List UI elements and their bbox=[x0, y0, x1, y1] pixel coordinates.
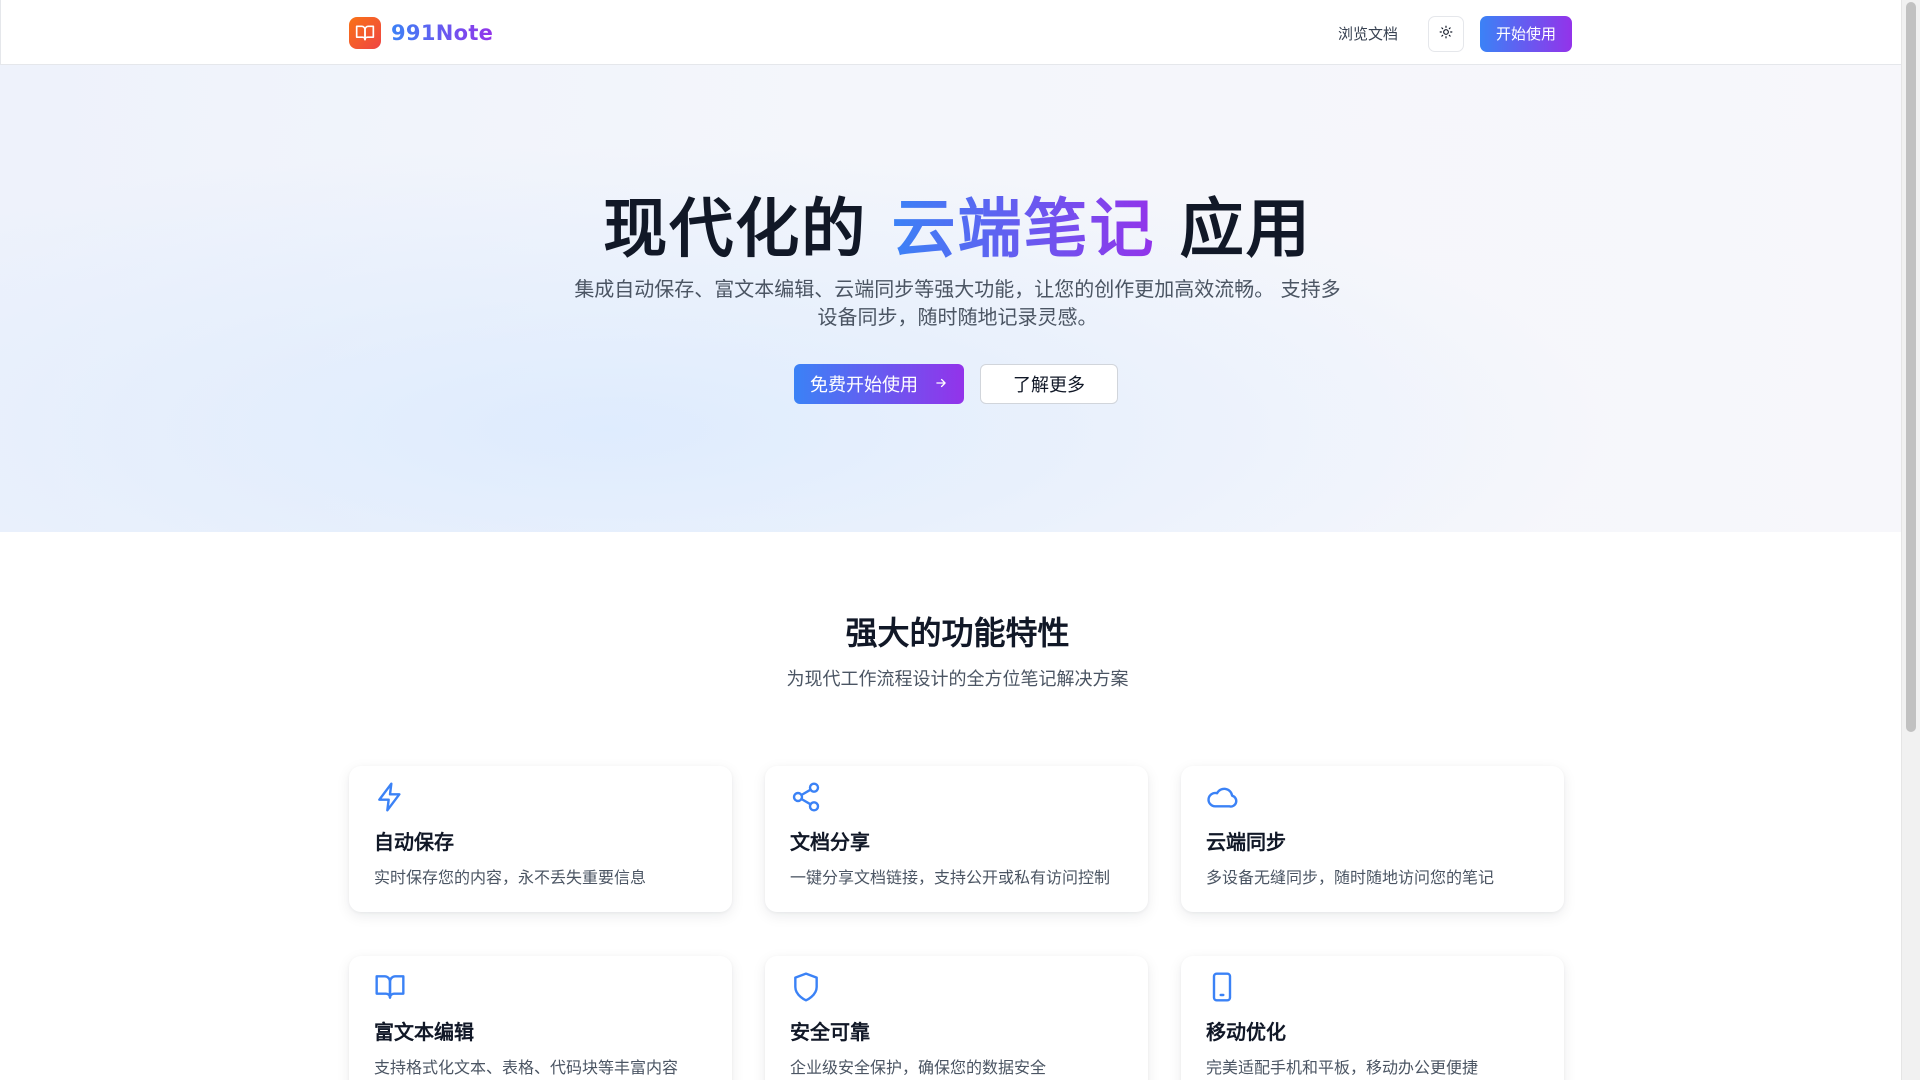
feature-title: 富文本编辑 bbox=[374, 1020, 474, 1044]
feature-title: 安全可靠 bbox=[790, 1020, 870, 1044]
nav-actions: 浏览文档 开始使用 bbox=[1326, 15, 1573, 52]
scrollbar-thumb[interactable] bbox=[1906, 2, 1916, 732]
free-start-label: 免费开始使用 bbox=[810, 375, 918, 396]
features-title: 强大的功能特性 bbox=[845, 614, 1070, 652]
hero-title-before: 现代化的 bbox=[603, 193, 868, 267]
vertical-scrollbar[interactable] bbox=[1901, 0, 1920, 1080]
feature-desc: 一键分享文档链接，支持公开或私有访问控制 bbox=[790, 868, 1111, 887]
book-open-icon bbox=[349, 17, 381, 49]
get-started-button[interactable]: 开始使用 bbox=[1480, 15, 1573, 52]
hero-actions: 免费开始使用 了解更多 bbox=[794, 364, 1118, 404]
arrow-right-icon bbox=[934, 374, 948, 395]
hero-title-highlight: 云端笔记 bbox=[891, 193, 1156, 267]
feature-card-richtext: 富文本编辑 支持格式化文本、表格、代码块等丰富内容 bbox=[349, 956, 732, 1080]
feature-card-share: 文档分享 一键分享文档链接，支持公开或私有访问控制 bbox=[765, 766, 1148, 912]
tablet-icon bbox=[1206, 971, 1238, 1003]
feature-desc: 实时保存您的内容，永不丢失重要信息 bbox=[374, 868, 647, 887]
feature-card-mobile: 移动优化 完美适配手机和平板，移动办公更便捷 bbox=[1181, 956, 1564, 1080]
features-section: 强大的功能特性 为现代工作流程设计的全方位笔记解决方案 自动保存 实时保存您的内… bbox=[0, 532, 1901, 1080]
hero-section: 现代化的 云端笔记 应用 集成自动保存、富文本编辑、云端同步等强大功能，让您的创… bbox=[0, 65, 1901, 532]
feature-desc: 完美适配手机和平板，移动办公更便捷 bbox=[1206, 1058, 1479, 1077]
hero-title-after: 应用 bbox=[1179, 193, 1312, 267]
zap-icon bbox=[374, 781, 406, 813]
features-subtitle: 为现代工作流程设计的全方位笔记解决方案 bbox=[786, 669, 1129, 690]
brand[interactable]: 991Note bbox=[349, 17, 493, 49]
hero-subtitle: 集成自动保存、富文本编辑、云端同步等强大功能，让您的创作更加高效流畅。 支持多设… bbox=[574, 277, 1341, 329]
theme-toggle-button[interactable] bbox=[1428, 15, 1465, 52]
feature-card-security: 安全可靠 企业级安全保护，确保您的数据安全 bbox=[765, 956, 1148, 1080]
feature-title: 云端同步 bbox=[1206, 830, 1286, 854]
free-start-button[interactable]: 免费开始使用 bbox=[794, 364, 964, 404]
brand-name: 991Note bbox=[391, 21, 494, 45]
feature-card-autosave: 自动保存 实时保存您的内容，永不丢失重要信息 bbox=[349, 766, 732, 912]
book-open-icon bbox=[374, 971, 406, 1003]
cloud-icon bbox=[1206, 781, 1238, 813]
page: 991Note 浏览文档 开始使用 现代化的 云端笔记 应用 集成自动保存、富文… bbox=[0, 0, 1901, 1080]
docs-link[interactable]: 浏览文档 bbox=[1326, 15, 1410, 52]
feature-card-sync: 云端同步 多设备无缝同步，随时随地访问您的笔记 bbox=[1181, 766, 1564, 912]
learn-more-button[interactable]: 了解更多 bbox=[980, 364, 1118, 404]
sun-icon bbox=[1439, 25, 1453, 42]
feature-desc: 企业级安全保护，确保您的数据安全 bbox=[790, 1058, 1047, 1077]
share-icon bbox=[790, 781, 822, 813]
feature-desc: 支持格式化文本、表格、代码块等丰富内容 bbox=[374, 1058, 679, 1077]
feature-title: 自动保存 bbox=[374, 830, 454, 854]
feature-title: 移动优化 bbox=[1206, 1020, 1286, 1044]
top-navbar: 991Note 浏览文档 开始使用 bbox=[0, 0, 1901, 65]
feature-title: 文档分享 bbox=[790, 830, 870, 854]
hero-title: 现代化的 云端笔记 应用 bbox=[0, 178, 1901, 270]
feature-desc: 多设备无缝同步，随时随地访问您的笔记 bbox=[1206, 868, 1495, 887]
shield-icon bbox=[790, 971, 822, 1003]
